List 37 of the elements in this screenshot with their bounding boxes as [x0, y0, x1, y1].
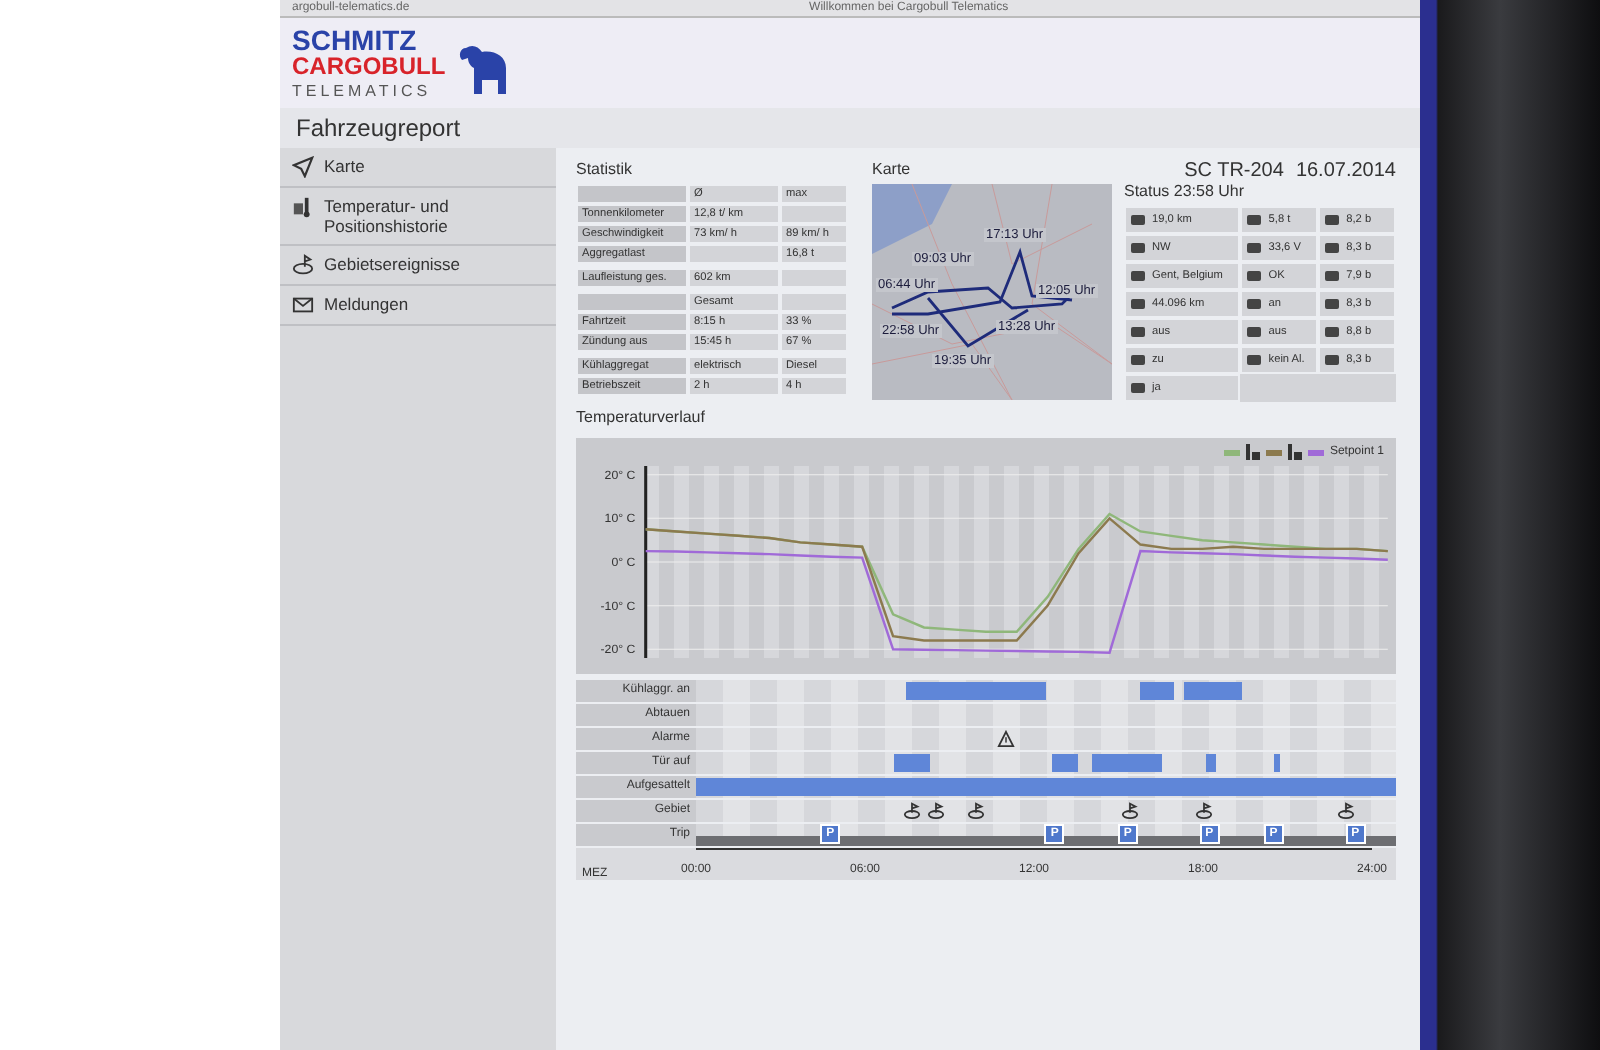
area-marker-icon	[1337, 802, 1356, 820]
event-bar	[1051, 754, 1079, 772]
section-title: Statistik	[576, 160, 635, 178]
logo-subtitle: TELEMATICS	[292, 84, 434, 100]
table-cell	[780, 204, 848, 224]
area-marker-icon	[1121, 802, 1140, 820]
thermometer-icon	[292, 196, 314, 218]
table-cell	[780, 268, 848, 288]
table-cell	[688, 244, 780, 264]
page-title: Fahrzeugreport	[280, 108, 1420, 148]
table-cell	[576, 292, 688, 312]
logo-text: CARGOBULL	[292, 54, 446, 78]
section-title: Status 23:58 Uhr	[1124, 182, 1247, 200]
navigation-arrow-icon	[292, 156, 314, 178]
area-marker-icon	[292, 254, 314, 276]
event-bar	[1206, 754, 1216, 772]
event-bar	[894, 754, 930, 772]
envelope-icon	[292, 294, 314, 316]
event-bar	[1092, 754, 1163, 772]
event-bar	[1183, 682, 1242, 700]
event-bar	[906, 682, 1046, 700]
vehicle-id: SC TR-204	[1184, 160, 1284, 182]
sensor-icon	[1287, 444, 1302, 460]
table-cell	[780, 292, 848, 312]
table-cell	[576, 184, 688, 204]
logo-text: SCHMITZ	[292, 26, 419, 54]
sensor-icon	[1245, 444, 1260, 460]
section-title: Karte	[872, 160, 913, 178]
area-marker-icon	[1194, 802, 1213, 820]
area-marker-icon	[902, 802, 921, 820]
warning-icon	[996, 730, 1015, 748]
area-marker-icon	[926, 802, 945, 820]
event-bar	[1273, 754, 1280, 772]
report-date: 16.07.2014	[1295, 160, 1396, 182]
event-bar	[1139, 682, 1175, 700]
section-title: Temperaturverlauf	[576, 408, 707, 426]
area-marker-icon	[967, 802, 985, 820]
